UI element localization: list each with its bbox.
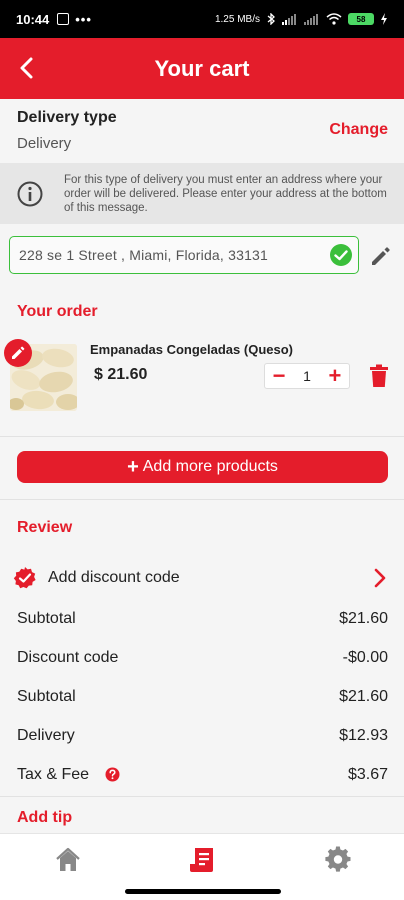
gear-icon: [325, 846, 351, 872]
delivery-type-section: Delivery type Delivery Change: [0, 99, 404, 163]
summary-row: Discount code -$0.00: [17, 649, 388, 671]
nav-home[interactable]: [54, 846, 82, 874]
nav-orders[interactable]: [189, 846, 217, 874]
bottom-navigation: [0, 833, 404, 886]
summary-label: Subtotal: [17, 610, 76, 627]
summary-row: Subtotal $21.60: [17, 688, 388, 710]
edit-item-button[interactable]: [4, 339, 32, 367]
summary-row: Delivery $12.93: [17, 727, 388, 749]
decrease-quantity-button[interactable]: −: [269, 365, 289, 387]
wifi-icon: [326, 13, 342, 25]
summary-value: -$0.00: [342, 649, 388, 666]
summary-label: Tax & Fee: [17, 766, 90, 783]
receipt-icon: [190, 848, 213, 872]
notice-text: For this type of delivery you must enter…: [64, 173, 387, 214]
product-name: Empanadas Congeladas (Queso): [90, 342, 293, 357]
summary-label: Discount code: [17, 649, 119, 666]
signal-2-icon: [304, 14, 318, 25]
quantity-stepper: − 1 +: [264, 363, 350, 389]
summary-value: $21.60: [339, 688, 388, 705]
summary-label: Delivery: [17, 727, 75, 744]
change-delivery-button[interactable]: Change: [329, 121, 388, 139]
chevron-left-icon: [20, 57, 33, 79]
notification-icon: [57, 13, 70, 25]
home-icon: [56, 847, 80, 871]
your-order-title: Your order: [17, 303, 98, 320]
add-tip-title: Add tip: [17, 809, 73, 826]
nav-settings[interactable]: [324, 846, 352, 874]
delete-item-button[interactable]: [368, 364, 390, 388]
pencil-icon: [12, 346, 25, 359]
bluetooth-icon: [267, 13, 275, 25]
more-notifications-icon: •••: [75, 11, 92, 27]
quantity-value: 1: [303, 368, 311, 384]
summary-label: Subtotal: [17, 688, 76, 705]
address-field[interactable]: 228 se 1 Street , Miami, Florida, 33131: [9, 236, 359, 274]
edit-address-button[interactable]: [368, 243, 394, 269]
check-circle-icon: [330, 244, 352, 266]
divider: [0, 436, 404, 437]
review-title: Review: [17, 519, 73, 536]
add-discount-code-row[interactable]: Add discount code: [0, 560, 404, 596]
address-row: 228 se 1 Street , Miami, Florida, 33131: [0, 224, 404, 286]
network-speed: 1.25 MB/s: [214, 13, 260, 25]
summary-value: $12.93: [339, 727, 388, 744]
summary-row: Subtotal $21.60: [17, 610, 388, 632]
divider: [0, 796, 404, 797]
page-title: Your cart: [154, 55, 250, 81]
verified-badge-icon: [13, 567, 36, 589]
cart-item: Empanadas Congeladas (Queso) $ 21.60 − 1…: [0, 330, 404, 420]
status-bar: 10:44 ••• 1.25 MB/s 58: [0, 0, 404, 38]
info-icon: [17, 181, 43, 206]
status-time: 10:44: [16, 11, 50, 27]
product-price: $ 21.60: [94, 366, 148, 383]
chevron-right-icon: [374, 568, 386, 588]
summary-value: $21.60: [339, 610, 388, 627]
gesture-bar: [0, 886, 404, 900]
battery-icon: 58: [348, 13, 374, 25]
discount-code-label: Add discount code: [48, 569, 180, 586]
pencil-icon: [372, 251, 386, 265]
back-button[interactable]: [14, 54, 42, 82]
delivery-notice: For this type of delivery you must enter…: [0, 163, 404, 224]
increase-quantity-button[interactable]: +: [325, 365, 345, 387]
summary-value: $3.67: [347, 766, 388, 783]
signal-icon: [282, 14, 296, 25]
charging-icon: [381, 13, 387, 25]
plus-icon: +: [127, 455, 139, 478]
trash-icon: [370, 364, 388, 387]
address-value: 228 se 1 Street , Miami, Florida, 33131: [19, 247, 269, 263]
summary-row: Tax & Fee $3.67: [17, 766, 388, 788]
divider: [0, 499, 404, 500]
home-indicator[interactable]: [125, 889, 281, 894]
app-header: Your cart: [0, 38, 404, 99]
question-circle-icon[interactable]: [105, 767, 120, 782]
add-more-products-button[interactable]: + Add more products: [17, 451, 388, 483]
add-more-label: Add more products: [142, 458, 278, 475]
